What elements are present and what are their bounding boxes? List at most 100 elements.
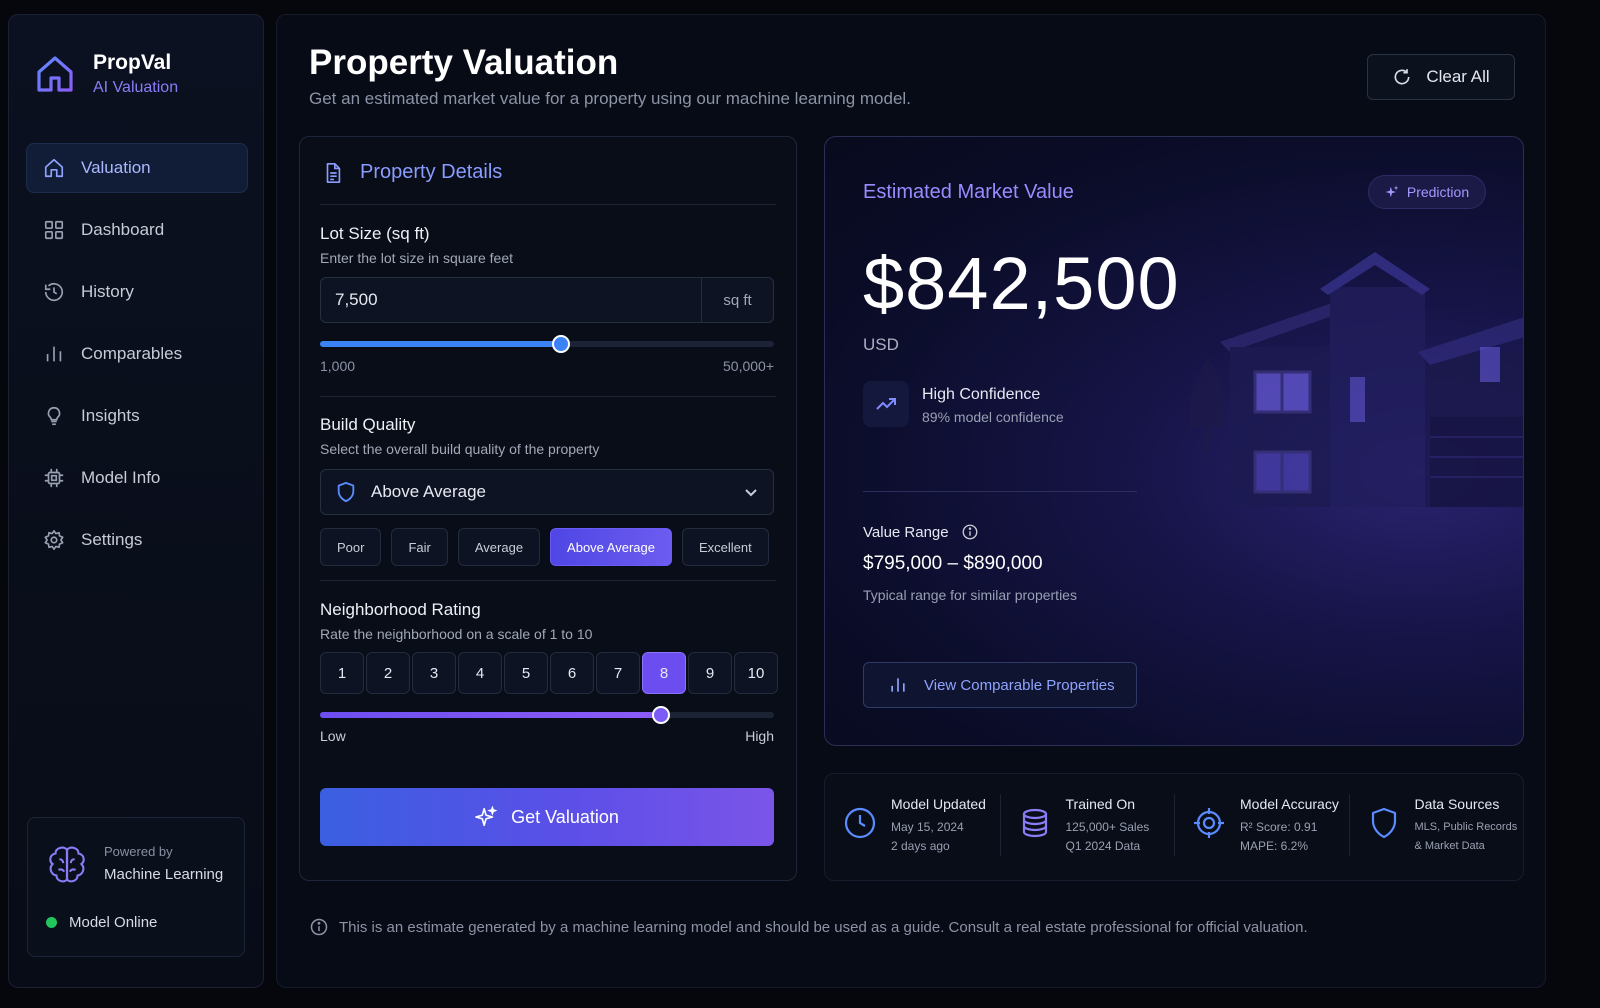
quality-option-average[interactable]: Average <box>457 528 541 566</box>
build-quality-label: Build Quality <box>320 415 416 434</box>
disclaimer: This is an estimate generated by a machi… <box>309 917 1308 937</box>
stat-model-updated: Model Updated May 15, 2024 2 days ago <box>825 774 1000 880</box>
sidebar-item-insights[interactable]: Insights <box>26 391 248 441</box>
build-quality-help: Select the overall build quality of the … <box>320 441 600 457</box>
neighborhood-slider-fill <box>320 712 661 718</box>
stat-trained-on: Trained On 125,000+ Sales Q1 2024 Data <box>999 774 1175 880</box>
neighborhood-rating-help: Rate the neighborhood on a scale of 1 to… <box>320 626 593 642</box>
rating-option[interactable]: 2 <box>366 652 410 694</box>
divider <box>320 396 776 397</box>
sidebar-item-label: Settings <box>81 530 143 549</box>
rating-option[interactable]: 1 <box>320 652 364 694</box>
quality-option-fair[interactable]: Fair <box>391 528 448 566</box>
estimated-price: $842,500 <box>863 242 1180 325</box>
main-panel: Property Valuation Get an estimated mark… <box>276 14 1546 988</box>
value-range-label: Value Range <box>863 523 949 541</box>
sidebar-item-model-info[interactable]: Model Info <box>26 453 248 503</box>
neighborhood-slider[interactable] <box>320 706 774 724</box>
brain-icon <box>49 846 85 883</box>
sidebar-item-history[interactable]: History <box>26 267 248 317</box>
build-quality-value: Above Average <box>371 482 486 501</box>
stat-line: & Market Data <box>1414 840 1485 852</box>
divider <box>863 491 1137 492</box>
rating-option[interactable]: 10 <box>734 652 778 694</box>
info-icon[interactable] <box>961 523 979 541</box>
get-valuation-button[interactable]: Get Valuation <box>320 788 774 846</box>
clock-icon <box>844 807 876 839</box>
lot-slider-max: 50,000+ <box>723 358 774 374</box>
stat-line: 2 days ago <box>891 839 950 853</box>
history-icon <box>44 283 64 302</box>
divider <box>320 204 776 205</box>
rating-option[interactable]: 7 <box>596 652 640 694</box>
lot-slider-fill <box>320 341 561 347</box>
neighborhood-slider-handle[interactable] <box>651 706 670 724</box>
sidebar-item-comparables[interactable]: Comparables <box>26 329 248 379</box>
chevron-down-icon <box>745 489 757 497</box>
quality-option-poor[interactable]: Poor <box>320 528 382 566</box>
prediction-badge: Prediction <box>1368 175 1486 209</box>
brand[interactable]: PropVal AI Valuation <box>35 51 178 97</box>
estimated-value-card: Estimated Market Value Prediction $842,5… <box>824 136 1524 746</box>
stat-line: Q1 2024 Data <box>1065 839 1141 853</box>
sidebar-item-label: History <box>81 282 134 301</box>
confidence-title: High Confidence <box>922 386 1041 403</box>
price-currency: USD <box>863 335 899 354</box>
neighborhood-slider-max: High <box>745 728 774 744</box>
rating-option-selected[interactable]: 8 <box>642 652 686 694</box>
status-dot <box>46 917 57 928</box>
bar-chart-icon <box>891 678 905 692</box>
build-quality-options: Poor Fair Average Above Average Excellen… <box>320 528 779 566</box>
sidebar-item-dashboard[interactable]: Dashboard <box>26 205 248 255</box>
stat-title: Data Sources <box>1414 796 1500 812</box>
stat-line: MLS, Public Records <box>1414 821 1518 833</box>
rating-option[interactable]: 3 <box>412 652 456 694</box>
model-status-label: Model Online <box>69 914 158 931</box>
rating-option[interactable]: 5 <box>504 652 548 694</box>
sidebar-item-label: Dashboard <box>81 220 165 239</box>
confidence-icon-box <box>863 381 909 427</box>
build-quality-select[interactable]: Above Average <box>320 469 774 515</box>
page-title: Property Valuation <box>309 43 619 82</box>
lot-slider-handle[interactable] <box>551 335 570 353</box>
clear-all-button[interactable]: Clear All <box>1367 54 1515 100</box>
stat-line: May 15, 2024 <box>891 820 964 834</box>
quality-option-above-average[interactable]: Above Average <box>550 528 672 566</box>
stat-line: MAPE: 6.2% <box>1240 839 1309 853</box>
lot-size-field[interactable]: sq ft <box>320 277 774 323</box>
confidence-subtitle: 89% model confidence <box>922 409 1064 425</box>
rating-option[interactable]: 9 <box>688 652 732 694</box>
shield-icon <box>1371 807 1396 839</box>
refresh-icon <box>1394 69 1410 85</box>
target-icon <box>1194 808 1224 838</box>
lot-size-slider[interactable] <box>320 335 774 353</box>
prediction-badge-label: Prediction <box>1406 184 1470 200</box>
gear-icon <box>44 530 64 550</box>
house-illustration <box>1189 252 1523 507</box>
divider <box>320 580 776 581</box>
sparkle-icon <box>1385 185 1399 198</box>
sidebar-item-valuation[interactable]: Valuation <box>26 143 248 193</box>
powered-by-card: Powered by Machine Learning Model Online <box>27 817 245 957</box>
powered-by-value: Machine Learning <box>104 866 224 883</box>
property-details-title: Property Details <box>360 161 503 183</box>
bar-chart-icon <box>46 346 62 362</box>
lot-size-input[interactable] <box>321 278 701 322</box>
brand-name: PropVal <box>93 51 172 74</box>
property-details-card: Property Details Lot Size (sq ft) Enter … <box>299 136 797 881</box>
rating-option[interactable]: 4 <box>458 652 502 694</box>
sidebar-item-settings[interactable]: Settings <box>26 515 248 565</box>
stat-title: Model Updated <box>891 796 986 812</box>
sidebar-item-label: Comparables <box>81 344 183 363</box>
view-comparables-label: View Comparable Properties <box>924 676 1115 694</box>
quality-option-excellent[interactable]: Excellent <box>682 528 769 566</box>
document-icon <box>326 162 341 183</box>
model-stats-bar: Model Updated May 15, 2024 2 days ago Tr… <box>824 773 1524 881</box>
database-icon <box>1022 808 1047 838</box>
page-subtitle: Get an estimated market value for a prop… <box>309 89 911 108</box>
lot-size-help: Enter the lot size in square feet <box>320 250 513 266</box>
rating-option[interactable]: 6 <box>550 652 594 694</box>
shield-icon <box>337 481 355 503</box>
chip-icon <box>44 468 64 488</box>
view-comparables-button[interactable]: View Comparable Properties <box>863 662 1137 708</box>
